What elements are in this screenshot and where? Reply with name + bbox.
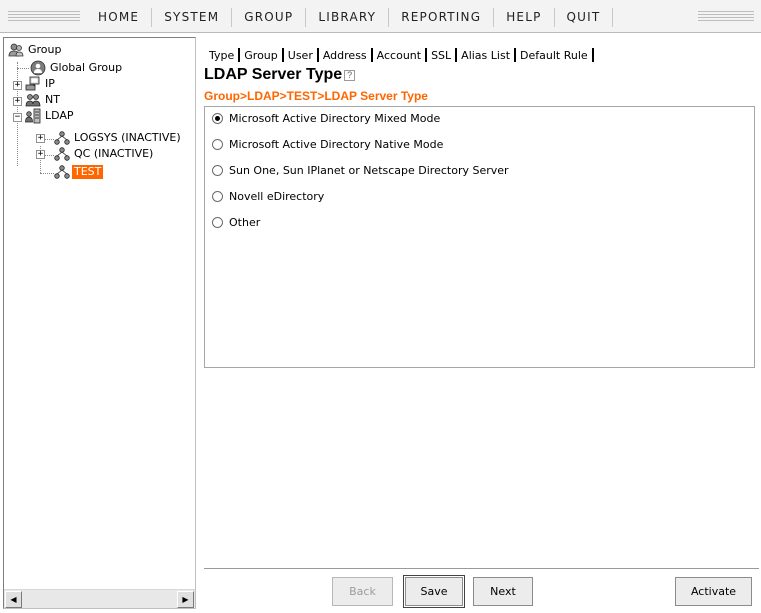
menu-bar-decoration-left (8, 11, 80, 22)
option-label: Microsoft Active Directory Mixed Mode (229, 111, 441, 125)
ldap-server-node-icon (54, 131, 70, 145)
tab-divider (370, 48, 373, 62)
option-label: Microsoft Active Directory Native Mode (229, 137, 444, 151)
tab-default-rule[interactable]: Default Rule (517, 49, 591, 62)
ldap-server-node-icon (54, 165, 70, 179)
tree-connector (44, 139, 54, 140)
users-icon (25, 94, 41, 107)
tree-node-label: NT (45, 93, 60, 106)
menu-quit[interactable]: QUIT (553, 8, 614, 27)
tree-node-label-selected: TEST (72, 165, 104, 179)
tree-connector (40, 173, 54, 174)
tab-divider (281, 48, 284, 62)
tab-divider (455, 48, 458, 62)
tree-node-test[interactable]: TEST (54, 164, 104, 180)
option-novell-edirectory[interactable]: Novell eDirectory (212, 188, 324, 204)
radio-button-selected[interactable] (212, 112, 223, 124)
tab-divider (514, 48, 517, 62)
tab-divider (425, 48, 428, 62)
next-button[interactable]: Next (473, 577, 533, 606)
radio-button[interactable] (212, 216, 223, 228)
navigation-tree: Group Global Group + IP + NT − LDAP + LO… (3, 37, 196, 609)
global-group-icon (30, 60, 46, 76)
menu-items: HOME SYSTEM GROUP LIBRARY REPORTING HELP… (86, 8, 614, 27)
expand-toggle-qc[interactable]: + (36, 150, 45, 159)
tree-node-label: Global Group (50, 61, 123, 74)
server-type-options-panel: Microsoft Active Directory Mixed Mode Mi… (204, 106, 755, 368)
tree-node-label: LDAP (45, 109, 74, 122)
tree-node-label: QC (INACTIVE) (74, 147, 154, 160)
tree-connector (17, 68, 29, 69)
save-button[interactable]: Save (403, 575, 465, 608)
tab-type[interactable]: Type (206, 49, 237, 62)
menu-group[interactable]: GROUP (231, 8, 305, 27)
tab-ssl[interactable]: SSL (428, 49, 454, 62)
tab-divider (238, 48, 241, 62)
radio-button[interactable] (212, 164, 223, 176)
menu-reporting[interactable]: REPORTING (388, 8, 493, 27)
radio-button[interactable] (212, 190, 223, 202)
back-button[interactable]: Back (332, 577, 393, 606)
group-icon (8, 43, 24, 57)
breadcrumb: Group>LDAP>TEST>LDAP Server Type (204, 89, 428, 103)
tree-node-label: IP (45, 77, 55, 90)
tab-address[interactable]: Address (320, 49, 370, 62)
option-ad-native-mode[interactable]: Microsoft Active Directory Native Mode (212, 136, 443, 152)
directory-server-icon (25, 108, 41, 124)
expand-toggle-nt[interactable]: + (13, 97, 22, 106)
menu-home[interactable]: HOME (86, 8, 151, 27)
menu-help[interactable]: HELP (493, 8, 553, 27)
button-bar-divider (204, 568, 759, 569)
tab-account[interactable]: Account (374, 49, 424, 62)
tab-divider (316, 48, 319, 62)
expand-toggle-ip[interactable]: + (13, 81, 22, 90)
menu-bar-decoration-right (698, 11, 754, 22)
network-computer-icon (25, 76, 40, 91)
tree-node-nt[interactable]: NT (25, 92, 62, 108)
tree-node-qc[interactable]: QC (INACTIVE) (54, 146, 155, 162)
help-icon[interactable]: ? (344, 70, 356, 81)
tab-user[interactable]: User (285, 49, 316, 62)
tree-node-logsys[interactable]: LOGSYS (INACTIVE) (54, 130, 183, 146)
option-ad-mixed-mode[interactable]: Microsoft Active Directory Mixed Mode (212, 110, 440, 126)
page-title-text: LDAP Server Type (204, 66, 343, 83)
tree-horizontal-scrollbar[interactable]: ◀ ▶ (4, 589, 195, 608)
option-other[interactable]: Other (212, 214, 260, 230)
option-label: Other (229, 215, 261, 229)
tree-node-group[interactable]: Group (8, 42, 64, 58)
page-title: LDAP Server Type? (204, 66, 356, 84)
option-sun-one-iplanet-netscape[interactable]: Sun One, Sun IPlanet or Netscape Directo… (212, 162, 509, 178)
tree-node-label: Group (28, 43, 62, 56)
tab-alias-list[interactable]: Alias List (458, 49, 513, 62)
scroll-right-button[interactable]: ▶ (177, 591, 194, 608)
collapse-toggle-ldap[interactable]: − (13, 113, 22, 122)
menu-library[interactable]: LIBRARY (305, 8, 388, 27)
ldap-server-node-icon (54, 147, 70, 161)
tree-connector (44, 155, 54, 156)
scroll-left-button[interactable]: ◀ (5, 591, 22, 608)
radio-button[interactable] (212, 138, 223, 150)
tab-divider (591, 48, 594, 62)
tree-node-ip[interactable]: IP (25, 76, 57, 92)
tree-content: Group Global Group + IP + NT − LDAP + LO… (4, 38, 195, 589)
tab-bar: Type Group User Address Account SSL Alia… (206, 47, 595, 63)
activate-button[interactable]: Activate (675, 577, 752, 606)
tab-group[interactable]: Group (241, 49, 281, 62)
menu-system[interactable]: SYSTEM (151, 8, 231, 27)
tree-node-global-group[interactable]: Global Group (30, 60, 124, 76)
expand-toggle-logsys[interactable]: + (36, 134, 45, 143)
option-label: Novell eDirectory (229, 189, 325, 203)
top-menu-bar: HOME SYSTEM GROUP LIBRARY REPORTING HELP… (0, 0, 761, 33)
tree-node-ldap[interactable]: LDAP (25, 108, 76, 124)
option-label: Sun One, Sun IPlanet or Netscape Directo… (229, 163, 509, 177)
tree-node-label: LOGSYS (INACTIVE) (74, 131, 181, 144)
